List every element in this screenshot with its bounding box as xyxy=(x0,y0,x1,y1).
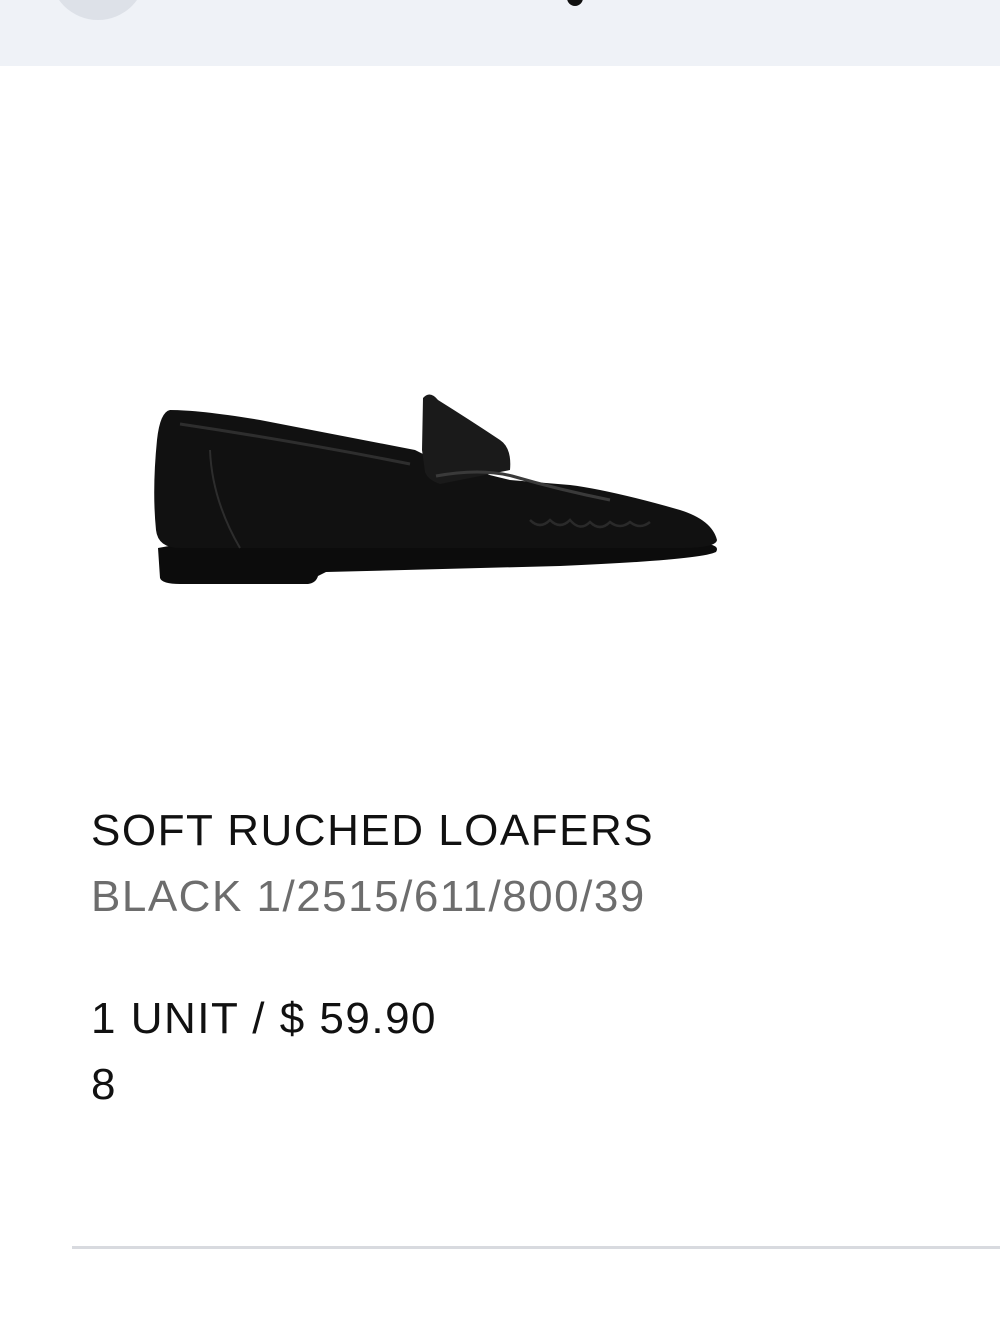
shoe-tongue xyxy=(422,394,511,484)
section-divider xyxy=(72,1246,1000,1249)
product-name[interactable]: SOFT RUCHED LOAFERS xyxy=(91,806,654,856)
shoe-sole xyxy=(158,544,717,584)
product-variant-code: BLACK 1/2515/611/800/39 xyxy=(91,872,646,921)
top-header-bar xyxy=(0,0,1000,66)
product-size: 8 xyxy=(91,1060,116,1109)
loafer-shoe-image[interactable] xyxy=(140,380,730,600)
back-button[interactable] xyxy=(50,0,146,20)
header-title-fragment xyxy=(565,0,585,6)
product-quantity-price: 1 UNIT / $ 59.90 xyxy=(91,994,438,1043)
